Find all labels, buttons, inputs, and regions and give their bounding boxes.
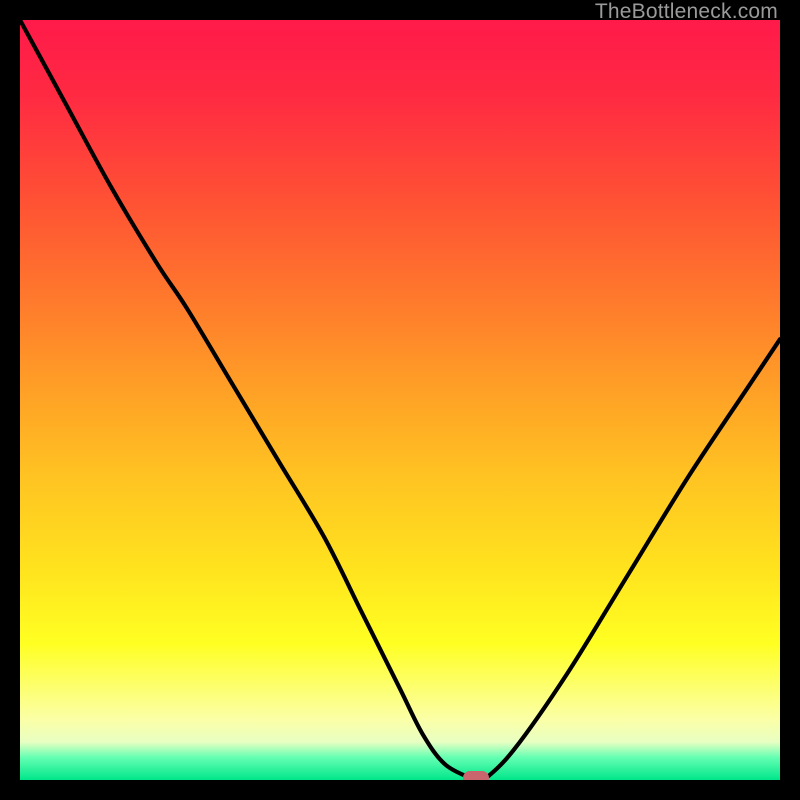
curve-svg: [20, 20, 780, 780]
minimum-marker: [463, 771, 489, 780]
bottleneck-curve: [20, 20, 780, 780]
chart-container: TheBottleneck.com: [0, 0, 800, 800]
plot-area: [20, 20, 780, 780]
